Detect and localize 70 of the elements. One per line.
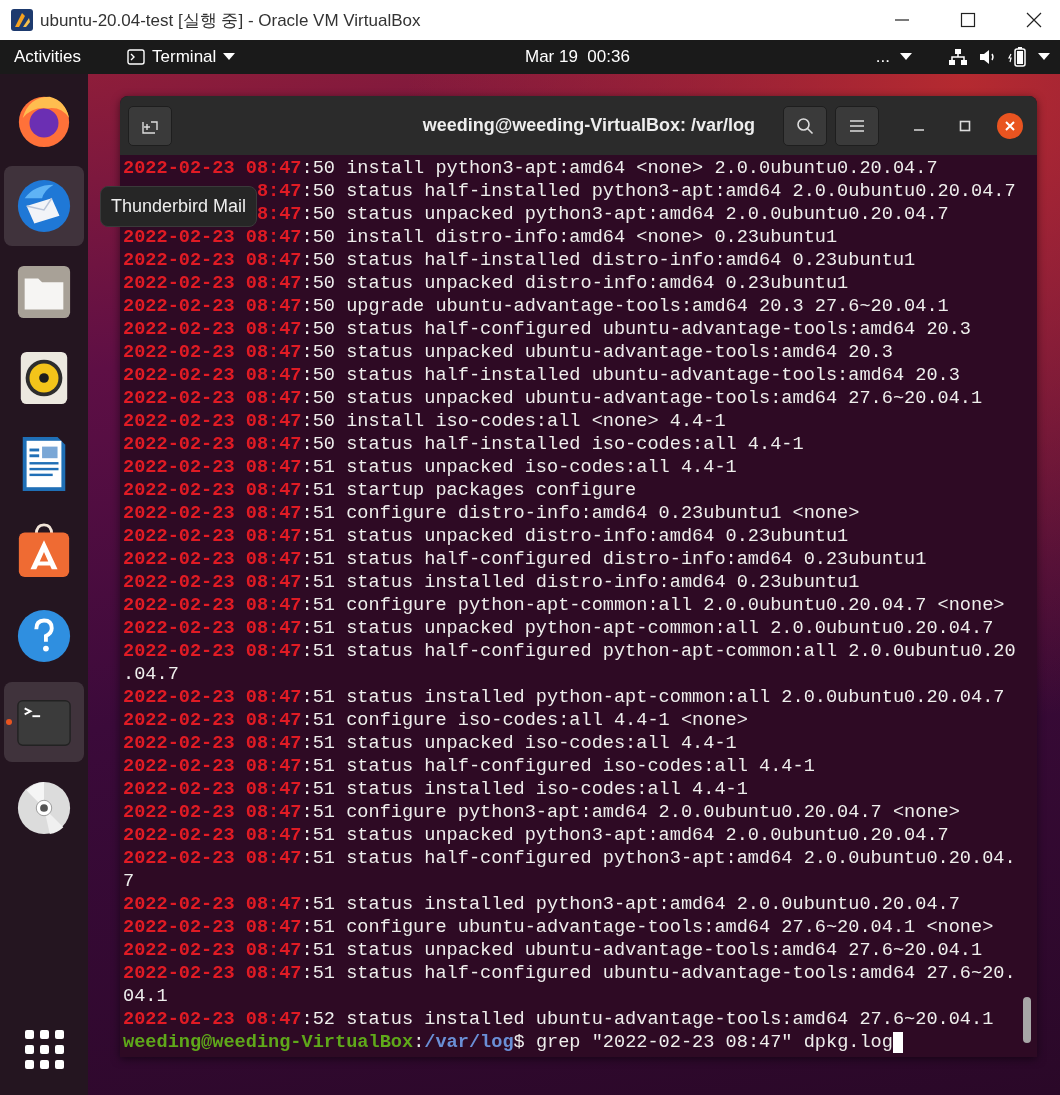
log-line: 2022-02-23 08:47:51 status unpacked distro-info:amd64 0.23ubuntu1 [123,525,849,548]
search-button[interactable] [783,105,827,146]
log-line: 2022-02-23 08:47:51 status installed distro-info:amd64 0.23ubuntu1 [123,571,860,594]
log-line: 2022-02-23 08:47:50 status unpacked ubuntu-advantage-tools:amd64 20.3 [123,341,893,364]
terminal-icon [127,49,146,65]
disc-icon [15,779,73,837]
log-line: 2022-02-23 08:47:51 status unpacked python3-apt:amd64 2.0.0ubuntu0.20.04.7 [123,824,949,847]
log-line: 2022-02-23 08:47:50 install python3-apt:amd64 <none> 2.0.0ubuntu0.20.04.7 [123,157,938,180]
caret-icon [223,53,236,61]
log-line: 8:47:50 status unpacked python3-apt:amd64 2.0.0ubuntu0.20.04.7 [256,203,949,226]
log-line: 2022-02-23 08:47:51 status installed python-apt-common:all 2.0.0ubuntu0.20.04.7 [123,686,1005,709]
log-line: 2022-02-23 08:47:51 status unpacked iso-codes:all 4.4-1 [123,456,737,479]
command-line: weeding@weeding-VirtualBox:/var/log$ grep "2022-02-23 08:47" dpkg.log [123,1031,893,1054]
running-indicator [6,719,12,725]
text-cursor [892,1032,903,1053]
overflow-indicator[interactable]: ... [875,47,890,67]
log-line: 2022-02-23 08:47:51 startup packages configure [123,479,637,502]
log-line: 2022-02-23 08:47:51 configure ubuntu-advantage-tools:amd64 27.6~20.04.1 <none> [123,916,994,939]
log-line: 2022-02-23 08:47:51 configure distro-info:amd64 0.23ubuntu1 <none> [123,502,860,525]
menu-icon [849,118,865,133]
close-icon[interactable] [1026,12,1042,28]
log-line: 2022-02-23 08:47:51 status half-configured distro-info:amd64 0.23ubuntu1 [123,548,927,571]
search-icon [796,116,814,135]
log-line: 2022-02-23 08:47:50 status half-configured ubuntu-advantage-tools:amd64 20.3 [123,318,971,341]
network-icon[interactable] [948,48,968,66]
log-line: 2022-02-23 08:47:50 upgrade ubuntu-advantage-tools:amd64 20.3 27.6~20.04.1 [123,295,949,318]
log-line: 2022-02-23 08:47:50 status half-installed ubuntu-advantage-tools:amd64 20.3 [123,364,960,387]
tooltip: Thunderbird Mail [100,186,258,227]
terminal-title: weeding@weeding-VirtualBox: /var/log [422,115,755,136]
app-menu[interactable]: Terminal [127,47,236,67]
log-line: 2022-02-23 08:47:51 status unpacked iso-codes:all 4.4-1 [123,732,737,755]
log-line: 2022-02-23 08:47:52 status installed ubuntu-advantage-tools:amd64 27.6~20.04.1 [123,1008,994,1031]
log-line: 2022-02-23 08:47:50 status half-installed distro-info:amd64 0.23ubuntu1 [123,249,916,272]
log-line: 2022-02-23 08:47:51 status half-configured python-apt-common:all 2.0.0ubuntu0.20 [123,640,1016,663]
log-line: .04.7 [123,663,179,686]
log-line: 2022-02-23 08:47:51 configure iso-codes:all 4.4-1 <none> [123,709,748,732]
log-line: 2022-02-23 08:47:51 status unpacked python-apt-common:all 2.0.0ubuntu0.20.04.7 [123,617,994,640]
dock-item[interactable] [4,166,84,246]
clock[interactable]: Mar 19 00:36 [525,47,630,67]
log-line: 8:47:50 status half-installed python3-apt:amd64 2.0.0ubuntu0.20.04.7 [256,180,1016,203]
log-line: 04.1 [123,985,168,1008]
battery-icon[interactable] [1008,46,1028,68]
close-icon[interactable] [997,112,1023,139]
activities-button[interactable]: Activities [14,47,82,67]
log-line: 2022-02-23 08:47:50 install distro-info:amd64 <none> 0.23ubuntu1 [123,226,838,249]
log-line: 7 [123,870,135,893]
new-tab-button[interactable] [128,105,172,146]
caret-icon[interactable] [1038,53,1050,61]
caret-icon[interactable] [900,53,912,61]
log-line: 2022-02-23 08:47:50 install iso-codes:all <none> 4.4-1 [123,410,726,433]
maximize-icon[interactable] [960,12,976,28]
envelope-icon [15,177,73,235]
app-logo-icon [10,8,34,32]
log-line: 2022-02-23 08:47:51 configure python3-apt:amd64 2.0.0ubuntu0.20.04.7 <none> [123,801,960,824]
log-line: 2022-02-23 08:47:51 status unpacked ubuntu-advantage-tools:amd64 27.6~20.04.1 [123,939,983,962]
log-line: 2022-02-23 08:47:51 status half-configured iso-codes:all 4.4-1 [123,755,815,778]
scrollbar[interactable] [1023,997,1031,1043]
help-icon [15,607,73,665]
log-line: 2022-02-23 08:47:51 status half-configured ubuntu-advantage-tools:amd64 27.6~20. [123,962,1016,985]
log-line: 2022-02-23 08:47:51 status installed iso-codes:all 4.4-1 [123,778,748,801]
log-line: 2022-02-23 08:47:51 status installed python3-apt:amd64 2.0.0ubuntu0.20.04.7 [123,893,960,916]
folder-icon [15,263,73,321]
log-line: 2022-02-23 08:47:50 status unpacked distro-info:amd64 0.23ubuntu1 [123,272,849,295]
log-line: 2022-02-23 08:47:51 configure python-apt-common:all 2.0.0ubuntu0.20.04.7 <none> [123,594,1005,617]
log-line: 2022-02-23 08:47:50 status half-installed iso-codes:all 4.4-1 [123,433,804,456]
window-title: ubuntu-20.04-test [실행 중] - Oracle VM VirtualBox [40,9,421,32]
log-line: 2022-02-23 08:47:51 status half-configured python3-apt:amd64 2.0.0ubuntu0.20.04. [123,847,1016,870]
app-grid-icon [24,1029,64,1069]
menu-button[interactable] [835,105,879,146]
log-line: 2022-02-23 08:47:50 status unpacked ubuntu-advantage-tools:amd64 27.6~20.04.1 [123,387,983,410]
